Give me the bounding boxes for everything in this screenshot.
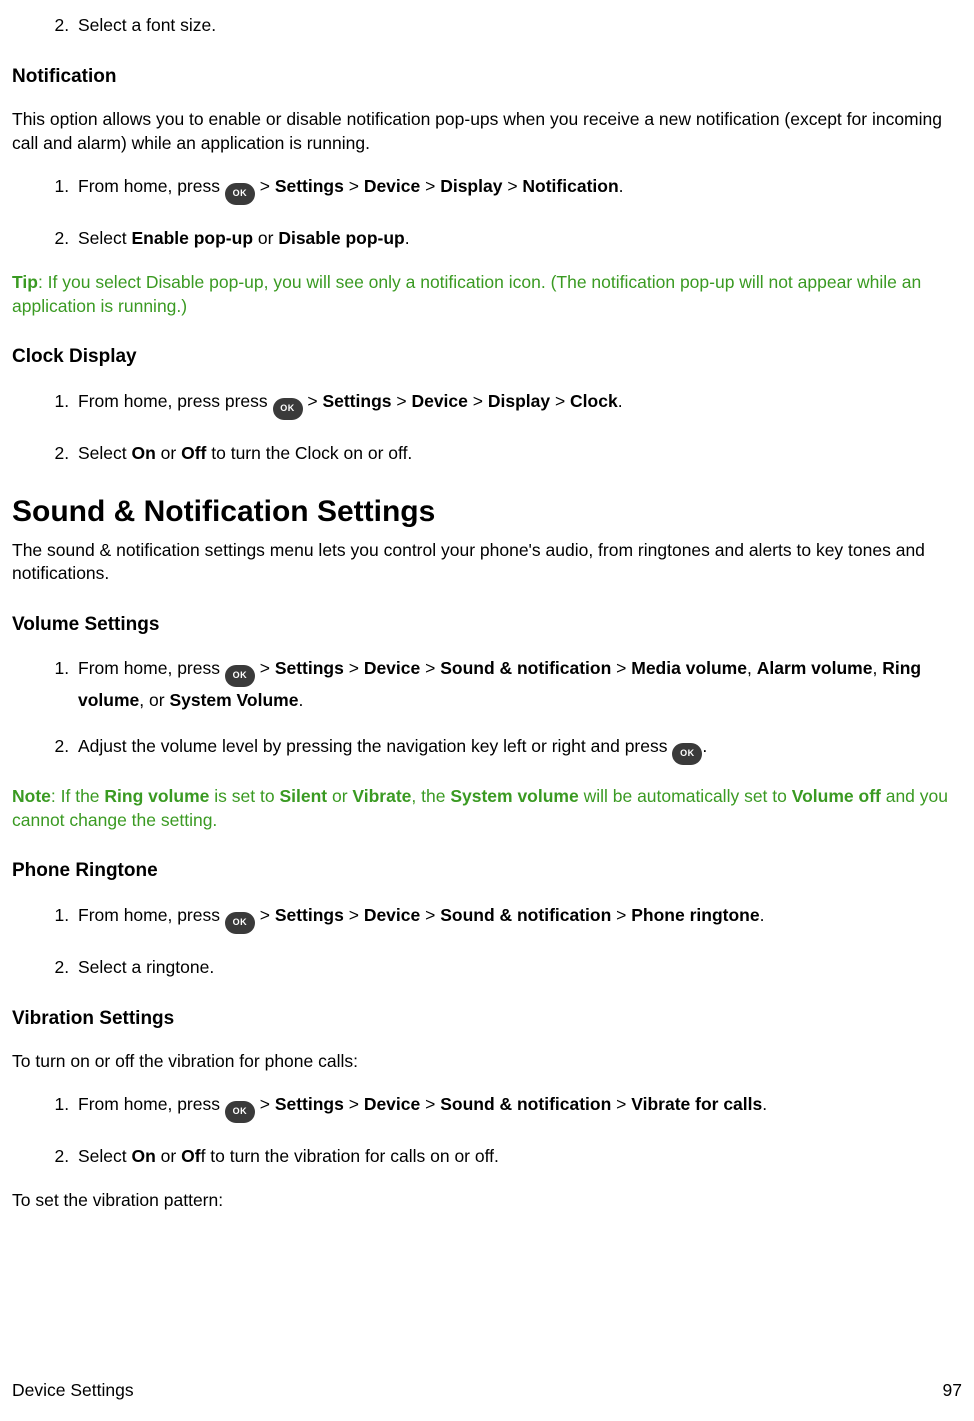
list-item: From home, press OK > Settings > Device … — [74, 902, 962, 934]
ok-icon: OK — [225, 183, 255, 205]
ok-icon: OK — [672, 743, 702, 765]
heading-notification: Notification — [12, 64, 962, 90]
heading-sound-notification: Sound & Notification Settings — [12, 492, 962, 533]
page-number: 97 — [943, 1379, 962, 1403]
ok-icon: OK — [273, 398, 303, 420]
ok-icon: OK — [225, 912, 255, 934]
clock-steps: From home, press press OK > Settings > D… — [12, 388, 962, 466]
body-text: To set the vibration pattern: — [12, 1189, 962, 1213]
list-item: Select On or Off to turn the Clock on or… — [74, 440, 962, 466]
tip-text: Tip: If you select Disable pop-up, you w… — [12, 271, 962, 318]
body-text: Select a font size. — [78, 15, 216, 35]
page-footer: Device Settings 97 — [12, 1379, 962, 1403]
note-text: Note: If the Ring volume is set to Silen… — [12, 785, 962, 832]
heading-volume: Volume Settings — [12, 612, 962, 638]
list-item: Select a font size. — [74, 12, 962, 38]
list-item: From home, press OK > Settings > Device … — [74, 655, 962, 713]
list-item: From home, press OK > Settings > Device … — [74, 173, 962, 205]
vibration-steps: From home, press OK > Settings > Device … — [12, 1091, 962, 1169]
list-item: Select a ringtone. — [74, 954, 962, 980]
list-item: Select On or Off to turn the vibration f… — [74, 1143, 962, 1169]
ok-icon: OK — [225, 665, 255, 687]
notification-steps: From home, press OK > Settings > Device … — [12, 173, 962, 251]
ok-icon: OK — [225, 1101, 255, 1123]
list-item: Select Enable pop-up or Disable pop-up. — [74, 225, 962, 251]
ringtone-steps: From home, press OK > Settings > Device … — [12, 902, 962, 980]
heading-ringtone: Phone Ringtone — [12, 858, 962, 884]
list-item: Adjust the volume level by pressing the … — [74, 733, 962, 765]
heading-clock: Clock Display — [12, 344, 962, 370]
volume-steps: From home, press OK > Settings > Device … — [12, 655, 962, 765]
list-item: From home, press press OK > Settings > D… — [74, 388, 962, 420]
footer-section: Device Settings — [12, 1379, 134, 1403]
body-text: The sound & notification settings menu l… — [12, 539, 962, 586]
body-text: This option allows you to enable or disa… — [12, 108, 962, 155]
heading-vibration: Vibration Settings — [12, 1006, 962, 1032]
body-text: To turn on or off the vibration for phon… — [12, 1050, 962, 1074]
font-size-list: Select a font size. — [12, 12, 962, 38]
list-item: From home, press OK > Settings > Device … — [74, 1091, 962, 1123]
